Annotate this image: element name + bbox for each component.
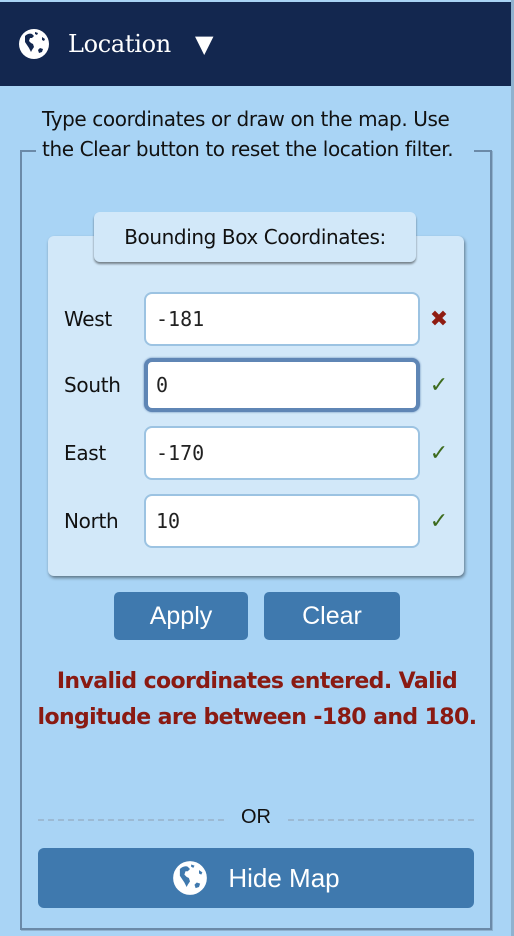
caret-down-icon[interactable]: ▼: [195, 32, 213, 56]
fieldset-border-top-right: [474, 150, 492, 152]
west-label: West: [64, 307, 112, 331]
section-title: Location: [68, 30, 171, 58]
error-message: Invalid coordinates entered. Valid longi…: [37, 669, 478, 730]
separator-line-left: [38, 819, 224, 821]
separator-line-right: [288, 819, 474, 821]
valid-check-icon: ✓: [429, 372, 449, 398]
valid-check-icon: ✓: [429, 508, 449, 534]
east-label: East: [64, 441, 106, 465]
east-row: East ✓: [48, 426, 464, 480]
or-separator: OR: [38, 806, 474, 834]
east-input[interactable]: [144, 426, 420, 480]
west-input[interactable]: [144, 292, 420, 346]
globe-icon: [19, 29, 49, 59]
fieldset-border-top-left: [20, 150, 36, 152]
north-input[interactable]: [144, 494, 420, 548]
north-row: North ✓: [48, 494, 464, 548]
hide-map-button[interactable]: Hide Map: [38, 848, 474, 908]
south-input[interactable]: [144, 358, 420, 412]
valid-check-icon: ✓: [429, 440, 449, 466]
globe-icon: [173, 861, 208, 895]
invalid-x-icon: ✖: [429, 306, 449, 332]
clear-button[interactable]: Clear: [264, 592, 400, 640]
bounding-box-title: Bounding Box Coordinates:: [94, 212, 416, 262]
instructions-text: Type coordinates or draw on the map. Use…: [42, 107, 454, 161]
south-label: South: [64, 373, 121, 397]
north-label: North: [64, 509, 119, 533]
location-section-header[interactable]: Location ▼: [0, 2, 511, 86]
hide-map-label: Hide Map: [228, 862, 340, 893]
south-row: South ✓: [48, 358, 464, 412]
or-label: OR: [241, 806, 271, 828]
west-row: West ✖: [48, 292, 464, 346]
apply-button[interactable]: Apply: [114, 592, 248, 640]
